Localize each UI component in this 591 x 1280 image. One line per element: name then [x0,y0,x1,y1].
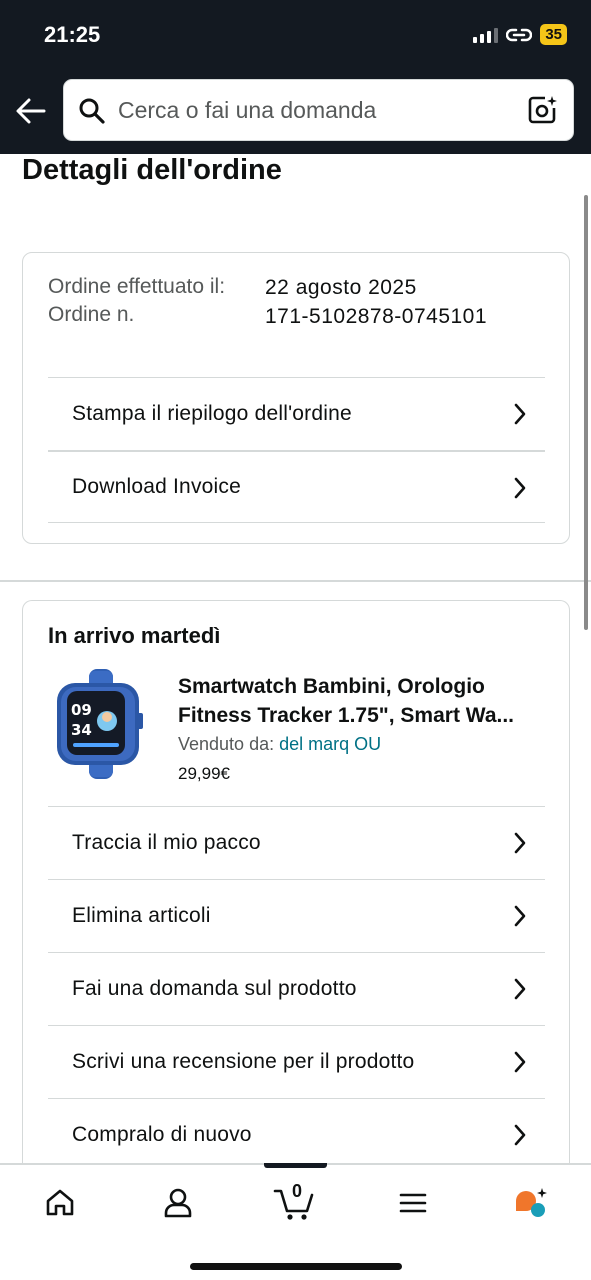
nav-menu[interactable] [393,1183,433,1223]
back-arrow-icon[interactable] [14,96,48,126]
camera-lens-icon[interactable] [527,94,559,126]
nav-home[interactable] [40,1183,80,1223]
battery-indicator: 35 [540,24,567,45]
page-title: Dettagli dell'ordine [22,154,282,186]
print-summary-row[interactable]: Stampa il riepilogo dell'ordine [48,377,545,450]
download-invoice-row[interactable]: Download Invoice [48,450,545,523]
nav-rufus[interactable] [510,1183,550,1223]
nav-account[interactable] [158,1183,198,1223]
search-bar[interactable] [63,79,574,141]
bottom-nav: 0 [0,1163,591,1280]
chevron-right-icon [514,477,526,499]
buy-again-label: Compralo di nuovo [72,1123,252,1146]
menu-icon [399,1193,427,1213]
seller-line: Venduto da: del marq OU [178,734,381,755]
write-review-label: Scrivi una recensione per il prodotto [72,1050,415,1073]
status-time: 21:25 [44,22,101,47]
search-input[interactable] [118,80,518,140]
home-icon [46,1189,74,1216]
shipment-card: In arrivo martedì 09 34 Smartwatch Bambi… [22,600,570,1200]
chevron-right-icon [514,978,526,1000]
search-icon [79,98,105,124]
ask-question-label: Fai una domanda sul prodotto [72,977,357,1000]
print-summary-label: Stampa il riepilogo dell'ordine [72,402,352,425]
chevron-right-icon [514,403,526,425]
download-invoice-label: Download Invoice [72,475,241,498]
rufus-icon [516,1188,547,1217]
svg-text:09: 09 [71,701,92,719]
buy-again-row[interactable]: Compralo di nuovo [48,1098,545,1171]
product-image[interactable]: 09 34 [51,669,149,779]
chevron-right-icon [514,1051,526,1073]
cart-count: 0 [292,1181,303,1201]
track-package-row[interactable]: Traccia il mio pacco [48,806,545,879]
status-icons: 35 [473,24,567,45]
account-icon [164,1188,192,1218]
scrollbar[interactable] [584,195,588,630]
order-number-value: 171-5102878-0745101 [265,305,488,328]
order-number-label: Ordine n. [48,303,135,326]
svg-text:34: 34 [71,721,92,739]
header-bar: 21:25 35 [0,0,591,154]
home-indicator [190,1263,402,1270]
remove-items-row[interactable]: Elimina articoli [48,879,545,952]
order-meta-labels: Ordine effettuato il: Ordine n. [48,273,238,329]
track-package-label: Traccia il mio pacco [72,831,261,854]
arrival-heading: In arrivo martedì [48,623,221,648]
order-info-card: Ordine effettuato il: Ordine n. 22 agost… [22,252,570,544]
write-review-row[interactable]: Scrivi una recensione per il prodotto [48,1025,545,1098]
order-placed-label: Ordine effettuato il: [48,275,226,298]
product-price: 29,99€ [178,764,230,783]
sold-by-label: Venduto da: [178,734,275,754]
ask-question-row[interactable]: Fai una domanda sul prodotto [48,952,545,1025]
nav-cart[interactable]: 0 [272,1181,318,1223]
signal-icon [473,27,499,43]
chevron-right-icon [514,1124,526,1146]
seller-link[interactable]: del marq OU [279,734,381,754]
active-tab-indicator [264,1163,327,1168]
order-placed-value: 22 agosto 2025 [265,276,417,299]
product-title[interactable]: Smartwatch Bambini, Orologio Fitness Tra… [178,672,548,730]
remove-items-label: Elimina articoli [72,904,211,927]
chevron-right-icon [514,832,526,854]
section-divider [0,580,591,582]
link-icon [506,28,533,41]
chevron-right-icon [514,905,526,927]
order-meta-values: 22 agosto 2025 171-5102878-0745101 [265,273,487,331]
